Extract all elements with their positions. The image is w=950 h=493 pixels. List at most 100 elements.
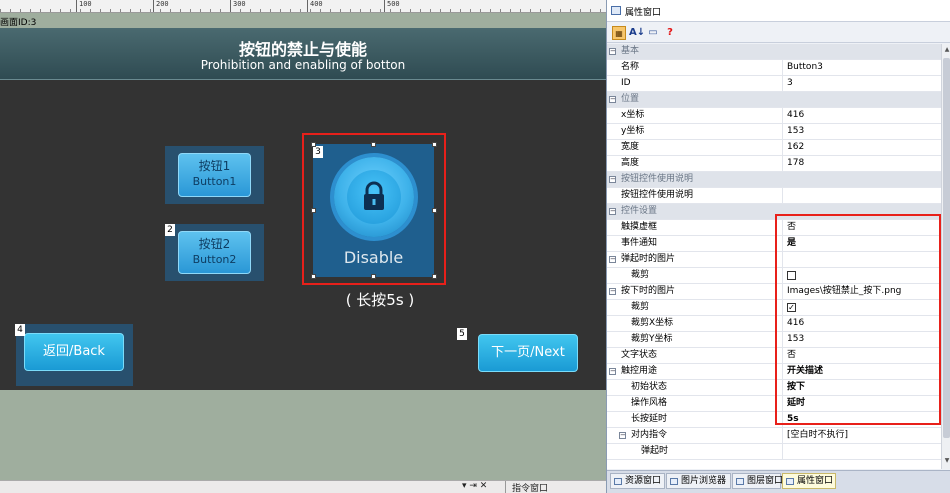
back-button-control[interactable]: 返回/Back (16, 324, 133, 386)
property-key: 长按延时 (607, 412, 783, 428)
scroll-thumb[interactable] (943, 58, 950, 438)
property-category[interactable]: − 基本 (607, 44, 941, 60)
property-key: y坐标 (607, 124, 783, 140)
ruler-label: 300 (233, 0, 246, 8)
property-row[interactable]: 高度 178 (607, 156, 941, 172)
command-window-tab[interactable]: 指令窗口 (505, 481, 548, 493)
property-grid-scrollbar[interactable]: ▲ ▼ (941, 44, 950, 469)
resize-handle[interactable] (371, 142, 376, 147)
property-key: 宽度 (607, 140, 783, 156)
ruler-major-tick (384, 0, 385, 12)
button1-label-en: Button1 (192, 175, 237, 188)
panel-tab[interactable]: 属性窗口 (782, 473, 836, 489)
property-value[interactable]: 178 (784, 156, 941, 172)
property-value[interactable] (784, 444, 941, 460)
panel-tab[interactable]: 图层窗口 (732, 473, 784, 489)
long-press-caption: ( 长按5s ) (345, 291, 415, 309)
property-value[interactable]: 162 (784, 140, 941, 156)
panel-tab-label: 资源窗口 (625, 476, 662, 486)
property-key: 基本 (621, 46, 640, 56)
property-key: 初始状态 (607, 380, 783, 396)
property-category[interactable]: − 按钮控件使用说明 (607, 172, 941, 188)
ruler-major-tick (153, 0, 154, 12)
panel-tabs: 资源窗口 图片浏览器 图层窗口 属性窗口 (607, 470, 950, 493)
button2-control[interactable]: 按钮2 Button2 (165, 224, 264, 281)
screen-title-en: Prohibition and enabling of botton (200, 58, 406, 72)
property-key: 事件通知 (607, 236, 783, 252)
control-index-2: 2 (165, 224, 175, 236)
property-value[interactable]: [空白时不执行] (784, 428, 941, 444)
property-row[interactable]: y坐标 153 (607, 124, 941, 140)
scroll-down-icon[interactable]: ▼ (943, 457, 950, 465)
property-key: 触摸虚框 (607, 220, 783, 236)
property-key: 按钮控件使用说明 (621, 174, 694, 184)
property-key: 操作风格 (607, 396, 783, 412)
sort-az-icon[interactable]: A↓ (629, 26, 645, 40)
panel-tab[interactable]: 资源窗口 (610, 473, 665, 489)
next-page-button[interactable]: 下一页/Next (478, 334, 578, 372)
panel-tab-label: 图层窗口 (747, 476, 784, 486)
pane-control-icons[interactable]: ▾ ⇥ ✕ (462, 481, 487, 491)
resize-handle[interactable] (311, 274, 316, 279)
property-value[interactable] (784, 188, 941, 204)
button2-label-cn: 按钮2 (198, 237, 231, 251)
property-key: 控件设置 (621, 206, 658, 216)
button2[interactable]: 按钮2 Button2 (178, 231, 251, 274)
button1[interactable]: 按钮1 Button1 (178, 153, 251, 197)
property-category[interactable]: − 位置 (607, 92, 941, 108)
property-key: ID (607, 76, 783, 92)
help-icon[interactable]: ? (663, 26, 677, 40)
tab-icon (786, 478, 794, 485)
resize-handle[interactable] (432, 208, 437, 213)
property-key: 按下时的图片 (607, 284, 783, 300)
resize-handle[interactable] (311, 208, 316, 213)
property-value[interactable]: 153 (784, 124, 941, 140)
scroll-up-icon[interactable]: ▲ (943, 46, 950, 54)
property-key: 位置 (621, 94, 640, 104)
panel-title: 属性窗口 (625, 8, 662, 18)
property-row[interactable]: ID 3 (607, 76, 941, 92)
property-row[interactable]: − 对内指令 [空白时不执行] (607, 428, 941, 444)
property-row[interactable]: 宽度 162 (607, 140, 941, 156)
property-key: 弹起时 (607, 444, 783, 460)
property-key: 裁剪 (607, 268, 783, 284)
ruler-label: 400 (310, 0, 323, 8)
property-key: 按钮控件使用说明 (607, 188, 783, 204)
selection-highlight (302, 133, 446, 285)
hmi-screen-canvas[interactable]: 按钮的禁止与使能 Prohibition and enabling of bot… (0, 28, 606, 390)
property-value[interactable]: 416 (784, 108, 941, 124)
canvas-id-label: 画面ID:3 (0, 18, 37, 28)
ruler-major-tick (230, 0, 231, 12)
property-key: 裁剪 (607, 300, 783, 316)
ruler-label: 500 (387, 0, 400, 8)
screen-title-cn: 按钮的禁止与使能 (238, 40, 367, 59)
back-button[interactable]: 返回/Back (24, 333, 124, 371)
property-key: 对内指令 (607, 428, 783, 444)
resize-handle[interactable] (371, 274, 376, 279)
resize-handle[interactable] (432, 274, 437, 279)
categorized-icon[interactable]: ▦ (612, 26, 626, 40)
resize-handle[interactable] (311, 142, 316, 147)
property-key: 名称 (607, 60, 783, 76)
ruler-label: 200 (156, 0, 169, 8)
panel-title-bar: 属性窗口 (607, 0, 950, 22)
panel-tab-label: 图片浏览器 (681, 476, 727, 486)
screen-header: 按钮的禁止与使能 Prohibition and enabling of bot… (0, 28, 606, 80)
property-row[interactable]: 名称 Button3 (607, 60, 941, 76)
horizontal-ruler: 100 200 300 400 500 (0, 0, 606, 13)
property-value[interactable]: 3 (784, 76, 941, 92)
property-row[interactable]: 按钮控件使用说明 (607, 188, 941, 204)
button1-control[interactable]: 按钮1 Button1 (165, 146, 264, 204)
resize-handle[interactable] (432, 142, 437, 147)
property-pages-icon[interactable]: ▭ (646, 26, 660, 40)
tab-icon (670, 478, 678, 485)
ruler-label: 100 (79, 0, 92, 8)
property-row[interactable]: x坐标 416 (607, 108, 941, 124)
tab-icon (736, 478, 744, 485)
property-row[interactable]: 弹起时 (607, 444, 941, 460)
property-value[interactable]: Button3 (784, 60, 941, 76)
ruler-major-tick (76, 0, 77, 12)
control-index-4: 4 (15, 324, 25, 336)
panel-toolbar: ▦ A↓ ▭ ? (607, 23, 950, 43)
panel-tab[interactable]: 图片浏览器 (666, 473, 731, 489)
